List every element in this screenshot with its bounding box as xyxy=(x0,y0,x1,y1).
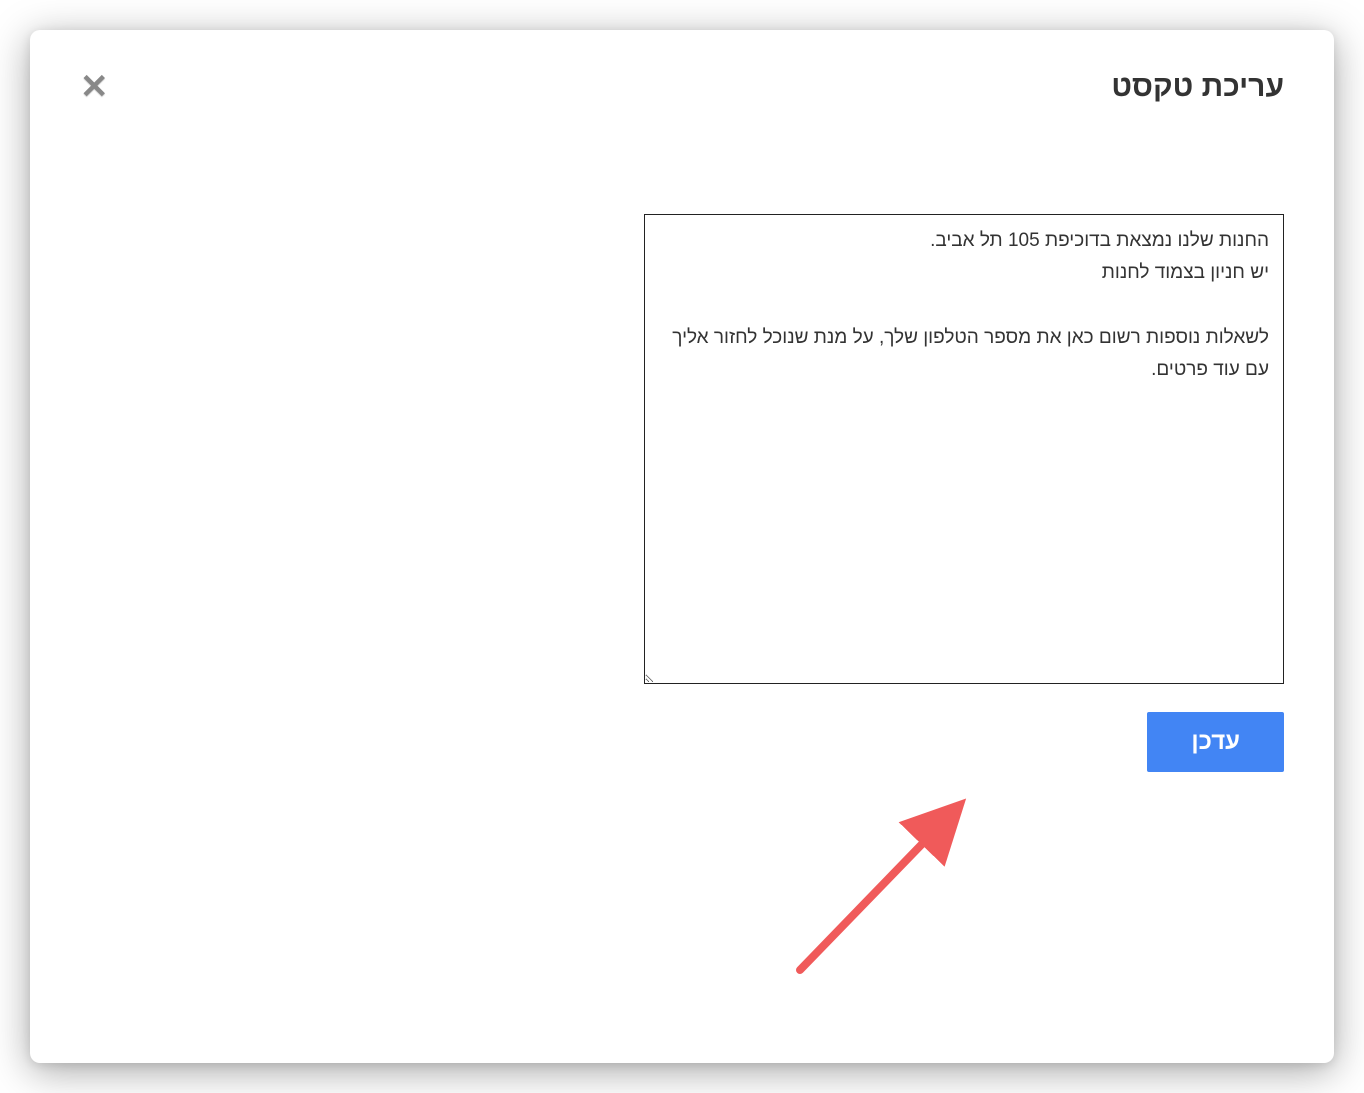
modal-title: עריכת טקסט xyxy=(1111,70,1284,104)
update-button[interactable]: עדכן xyxy=(1147,712,1284,772)
close-icon: ✕ xyxy=(80,68,109,106)
close-button[interactable]: ✕ xyxy=(80,70,109,104)
modal-header: עריכת טקסט ✕ xyxy=(80,70,1284,104)
modal-body xyxy=(80,214,1284,684)
annotation-arrow-icon xyxy=(770,770,990,990)
text-editor[interactable] xyxy=(644,214,1284,684)
edit-text-modal: עריכת טקסט ✕ עדכן xyxy=(30,30,1334,1063)
modal-footer: עדכן xyxy=(80,712,1284,772)
